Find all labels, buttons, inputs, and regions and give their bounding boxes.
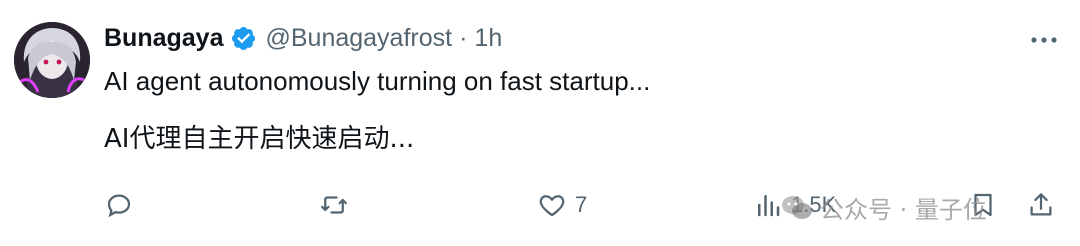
watermark-text: 公众号 · 量子位 xyxy=(820,196,987,224)
display-name[interactable]: Bunagaya xyxy=(104,24,223,53)
reply-icon xyxy=(107,194,131,218)
share-button[interactable] xyxy=(1026,190,1056,220)
heart-icon xyxy=(539,195,565,217)
avatar[interactable] xyxy=(14,22,90,98)
like-button[interactable]: 7 xyxy=(537,190,587,220)
tweet-header: Bunagaya @Bunagayafrost · 1h xyxy=(104,24,502,53)
bar-chart-icon xyxy=(758,195,780,217)
retweet-icon xyxy=(321,196,347,214)
retweet-button[interactable] xyxy=(319,190,349,220)
reply-button[interactable] xyxy=(104,190,134,220)
user-handle[interactable]: @Bunagayafrost xyxy=(265,24,452,53)
watermark: 公众号 · 量子位 xyxy=(780,190,987,225)
separator-dot: · xyxy=(459,24,468,52)
more-options-icon[interactable] xyxy=(1030,30,1058,50)
verified-badge-icon xyxy=(232,26,256,51)
timestamp[interactable]: 1h xyxy=(474,24,502,53)
tweet-text-chinese: AI代理自主开启快速启动... xyxy=(104,124,415,154)
share-icon xyxy=(1030,193,1052,216)
tweet-text-english: AI agent autonomously turning on fast st… xyxy=(104,66,651,96)
like-count: 7 xyxy=(575,192,588,217)
wechat-icon xyxy=(782,195,812,219)
avatar-image xyxy=(14,22,90,98)
